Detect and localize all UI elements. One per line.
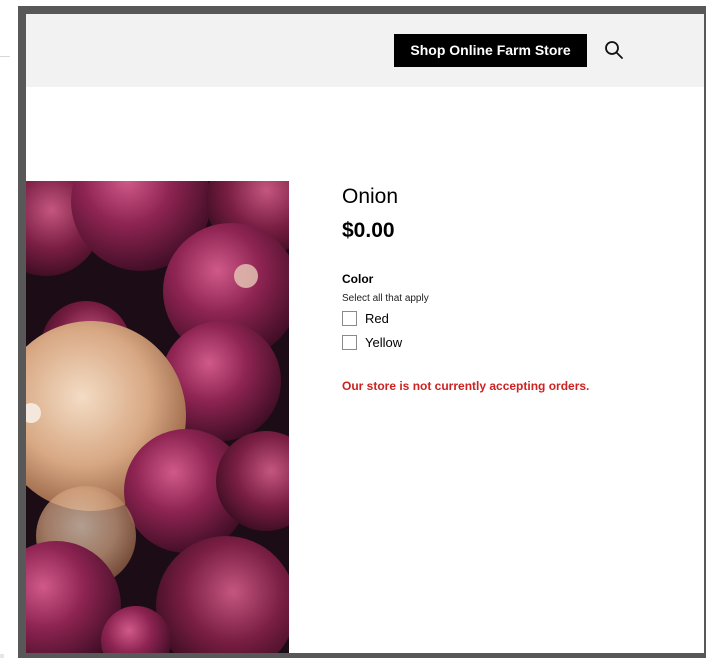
browser-frame: Shop Online Farm Store Onion $0.00 Color… — [18, 6, 706, 658]
product-price: $0.00 — [342, 219, 395, 242]
divider — [0, 654, 4, 658]
option-yellow[interactable]: Yellow — [342, 333, 402, 351]
option-group-help: Select all that apply — [342, 293, 429, 304]
option-label: Yellow — [365, 334, 403, 350]
checkbox-yellow[interactable] — [342, 334, 357, 350]
divider — [0, 56, 10, 57]
page-viewport: Shop Online Farm Store Onion $0.00 Color… — [26, 14, 704, 653]
option-label: Red — [365, 310, 389, 326]
product-title: Onion — [342, 185, 399, 208]
option-red[interactable]: Red — [342, 309, 389, 327]
background-page-edge — [0, 0, 18, 658]
site-header: Shop Online Farm Store — [26, 14, 704, 87]
shop-online-farm-store-button[interactable]: Shop Online Farm Store — [394, 34, 587, 67]
search-icon[interactable] — [602, 38, 626, 62]
product-image — [26, 181, 289, 653]
option-group-label: Color — [342, 272, 374, 286]
store-closed-notice: Our store is not currently accepting ord… — [342, 379, 590, 393]
checkbox-red[interactable] — [342, 310, 357, 326]
